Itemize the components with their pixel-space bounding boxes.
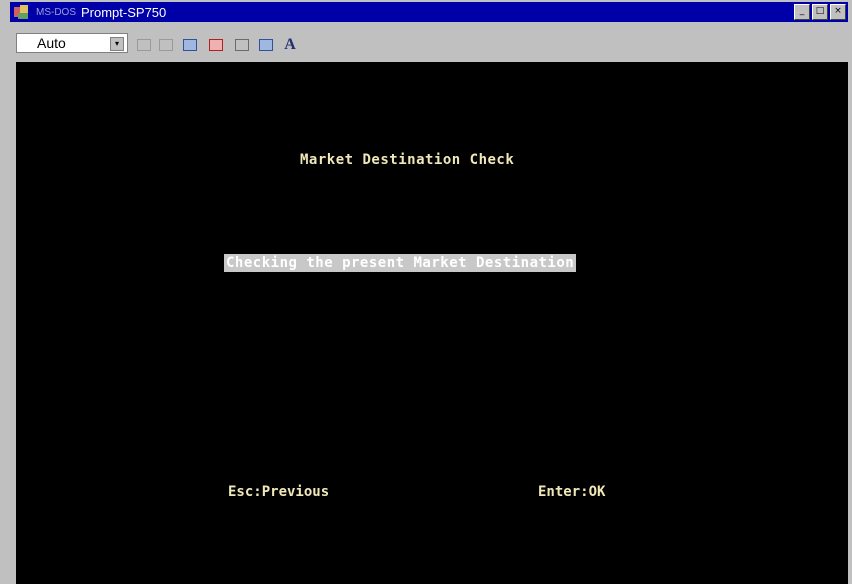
full-screen-icon[interactable] bbox=[206, 35, 226, 55]
msdos-window: MS-DOS Prompt-SP750 _ □ × Auto ▾ A Marke… bbox=[0, 0, 852, 584]
enter-ok-hint: Enter:OK bbox=[538, 484, 606, 500]
msdos-app-icon[interactable] bbox=[14, 5, 30, 19]
chevron-down-icon[interactable]: ▾ bbox=[110, 37, 124, 51]
window-title: Prompt-SP750 bbox=[81, 4, 167, 20]
maximize-button[interactable]: □ bbox=[812, 4, 828, 20]
paste-icon[interactable] bbox=[180, 35, 200, 55]
mark-icon[interactable] bbox=[134, 35, 154, 55]
title-bar[interactable]: MS-DOS Prompt-SP750 _ □ × bbox=[10, 2, 848, 22]
esc-previous-hint: Esc:Previous bbox=[228, 484, 330, 500]
properties-icon[interactable] bbox=[232, 35, 252, 55]
copy-icon[interactable] bbox=[156, 35, 176, 55]
close-button[interactable]: × bbox=[830, 4, 846, 20]
minimize-button[interactable]: _ bbox=[794, 4, 810, 20]
font-size-select[interactable]: Auto ▾ bbox=[16, 33, 128, 53]
window-controls: _ □ × bbox=[794, 4, 846, 20]
font-size-value: Auto bbox=[37, 35, 66, 51]
background-icon[interactable] bbox=[256, 35, 276, 55]
screen-heading: Market Destination Check bbox=[300, 152, 515, 168]
dos-console[interactable]: Market Destination Check Checking the pr… bbox=[16, 62, 848, 584]
font-icon[interactable]: A bbox=[280, 35, 300, 55]
window-title-prefix: MS-DOS bbox=[36, 6, 76, 18]
status-bar-highlighted: Checking the present Market Destination bbox=[224, 254, 577, 272]
toolbar: Auto ▾ A bbox=[10, 24, 848, 58]
